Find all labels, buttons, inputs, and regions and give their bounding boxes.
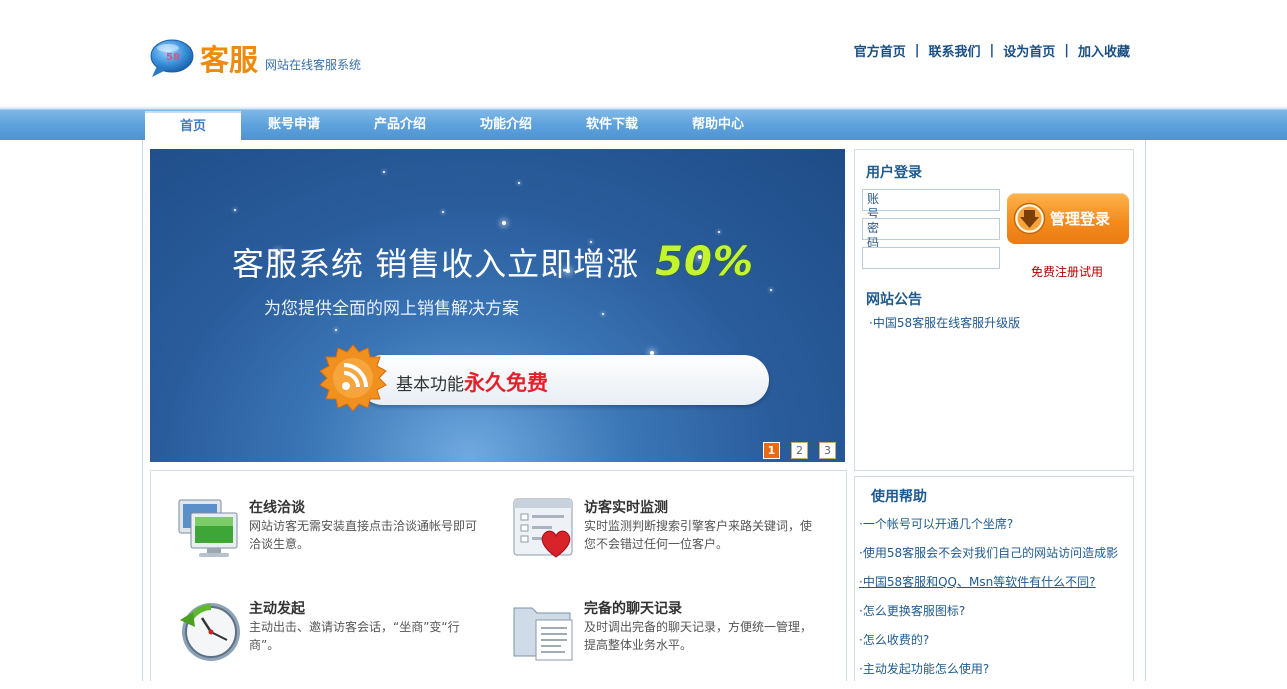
help-item[interactable]: ·怎么更换客服图标?: [859, 602, 1131, 631]
site-logo[interactable]: 58 客服 网站在线客服系统: [148, 38, 361, 78]
help-item[interactable]: ·怎么收费的?: [859, 631, 1131, 660]
nav-item-account-apply[interactable]: 账号申请: [241, 111, 347, 140]
help-item[interactable]: ·中国58客服和QQ、Msn等软件有什么不同?: [859, 573, 1131, 602]
nav-item-features[interactable]: 功能介绍: [453, 111, 559, 140]
banner-headline: 客服系统 销售收入立即增涨 50%: [232, 239, 754, 285]
banner-free-pill: 基本功能永久免费: [358, 355, 769, 405]
admin-login-button[interactable]: 管理登录: [1007, 193, 1129, 244]
help-item[interactable]: ·使用58客服会不会对我们自己的网站访问造成影: [859, 544, 1131, 573]
login-button-label: 管理登录: [1050, 210, 1111, 228]
site-header: 58 客服 网站在线客服系统 官方首页 | 联系我们 | 设为首页 | 加入收藏: [0, 0, 1287, 106]
feature-title: 访客实时监测: [584, 500, 668, 516]
banner-page-1[interactable]: 1: [763, 442, 780, 459]
top-link-separator: |: [989, 43, 995, 58]
top-link-home[interactable]: 官方首页: [854, 41, 906, 60]
notice-title: 网站公告: [866, 292, 922, 308]
rss-seal-icon: [319, 344, 387, 412]
feature-desc: 及时调出完备的聊天记录，方便统一管理，提高整体业务水平。: [584, 620, 813, 652]
brand-tagline: 网站在线客服系统: [265, 58, 362, 72]
help-list: ·一个帐号可以开通几个坐席? ·使用58客服会不会对我们自己的网站访问造成影 ·…: [859, 515, 1131, 689]
top-link-separator: |: [914, 43, 920, 58]
main-nav: 首页 账号申请 产品介绍 功能介绍 软件下载 帮助中心: [0, 106, 1287, 140]
nav-item-help[interactable]: 帮助中心: [665, 111, 771, 140]
svg-text:58: 58: [166, 52, 180, 63]
user-login-panel: 用户登录 账号 密码 管理登录 免费注册试用 网站公告 ·中国58客服在线客服升…: [854, 149, 1134, 471]
help-item[interactable]: ·一个帐号可以开通几个坐席?: [859, 515, 1131, 544]
nav-item-download[interactable]: 软件下载: [559, 111, 665, 140]
captcha-input[interactable]: [862, 247, 1000, 269]
feature-desc: 主动出击、邀请访客会话，“坐商”变“行商”。: [249, 620, 460, 652]
help-panel: 使用帮助 ·一个帐号可以开通几个坐席? ·使用58客服会不会对我们自己的网站访问…: [854, 476, 1134, 681]
feature-desc: 网站访客无需安装直接点击洽谈通帐号即可洽谈生意。: [249, 519, 478, 551]
banner-subline: 为您提供全面的网上销售解决方案: [264, 299, 519, 319]
free-register-link[interactable]: 免费注册试用: [1031, 263, 1103, 280]
top-link-set-homepage[interactable]: 设为首页: [1003, 41, 1055, 60]
banner-page-3[interactable]: 3: [819, 442, 836, 459]
pill-highlight: 永久免费: [464, 371, 548, 395]
top-link-bookmark[interactable]: 加入收藏: [1078, 41, 1130, 60]
chat-bubble-logo-icon: 58: [150, 39, 194, 77]
account-input[interactable]: 账号: [862, 189, 1000, 221]
banner-pager: 1 2 3: [752, 442, 836, 459]
brand-name: 客服: [200, 43, 259, 77]
folder-document-icon: [513, 607, 573, 661]
notice-item[interactable]: ·中国58客服在线客服升级版: [869, 314, 1020, 331]
password-input[interactable]: 密码: [862, 218, 1000, 250]
feature-title: 完备的聊天记录: [584, 601, 682, 617]
top-link-contact[interactable]: 联系我们: [928, 41, 980, 60]
top-link-separator: |: [1064, 43, 1069, 58]
feature-title: 主动发起: [249, 601, 305, 617]
banner-page-2[interactable]: 2: [791, 442, 808, 459]
top-links: 官方首页 | 联系我们 | 设为首页 | 加入收藏: [854, 41, 1130, 60]
clock-icon: [180, 603, 240, 661]
login-title: 用户登录: [866, 165, 922, 181]
help-item[interactable]: ·主动发起功能怎么使用?: [859, 660, 1131, 689]
nav-item-products[interactable]: 产品介绍: [347, 111, 453, 140]
pill-prefix: 基本功能: [396, 375, 464, 395]
promo-banner[interactable]: 客服系统 销售收入立即增涨 50% 为您提供全面的网上销售解决方案 基本功能永久免…: [150, 149, 845, 462]
features-panel: 在线洽谈 网站访客无需安装直接点击洽谈通帐号即可洽谈生意。 访客实时监测 实时监…: [150, 470, 847, 681]
feature-title: 在线洽谈: [249, 500, 305, 516]
download-arrow-icon: [1013, 202, 1046, 235]
monitor-icon: [178, 499, 238, 557]
heart-list-icon: [513, 498, 573, 558]
feature-desc: 实时监测判断搜索引擎客户来路关键词，使您不会错过任何一位客户。: [584, 519, 813, 551]
help-title: 使用帮助: [871, 489, 927, 505]
banner-percent: 50%: [655, 239, 754, 285]
nav-item-home[interactable]: 首页: [145, 111, 241, 140]
